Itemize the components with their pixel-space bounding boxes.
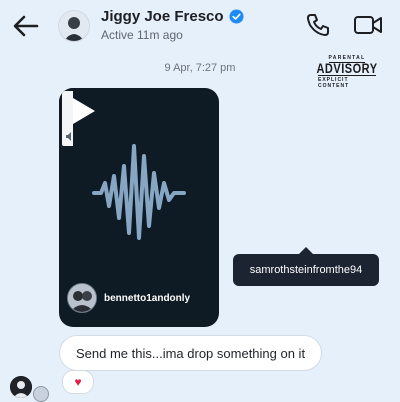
back-arrow-icon[interactable] [10,12,42,40]
sender-profile-avatar[interactable] [67,283,97,313]
advisory-bottom-text: EXPLICIT CONTENT [318,75,376,89]
sender-avatar[interactable] [10,376,32,398]
message-text: Send me this...ima drop something on it [76,345,306,361]
username-tooltip: samrothsteinfromthe94 [233,247,379,286]
verified-badge-icon [229,9,244,24]
video-camera-icon[interactable] [353,12,383,38]
phone-icon[interactable] [305,12,331,38]
text-message-bubble[interactable]: Send me this...ima drop something on it [59,335,323,371]
chat-header: Jiggy Joe Fresco Active 11m ago [0,0,400,52]
contact-name[interactable]: Jiggy Joe Fresco [101,8,224,25]
voice-message-card[interactable]: bennetto1andonly [59,88,219,327]
active-status: Active 11m ago [101,28,183,42]
contact-name-row[interactable]: Jiggy Joe Fresco [101,8,244,25]
message-timestamp: 9 Apr, 7:27 pm [164,62,236,74]
heart-icon: ♥ [74,375,82,389]
contact-avatar[interactable] [58,10,90,42]
heart-reaction[interactable]: ♥ [62,370,94,394]
voice-card-footer: bennetto1andonly [67,283,190,313]
voice-card-username[interactable]: bennetto1andonly [104,293,190,304]
audio-waveform [92,144,186,240]
